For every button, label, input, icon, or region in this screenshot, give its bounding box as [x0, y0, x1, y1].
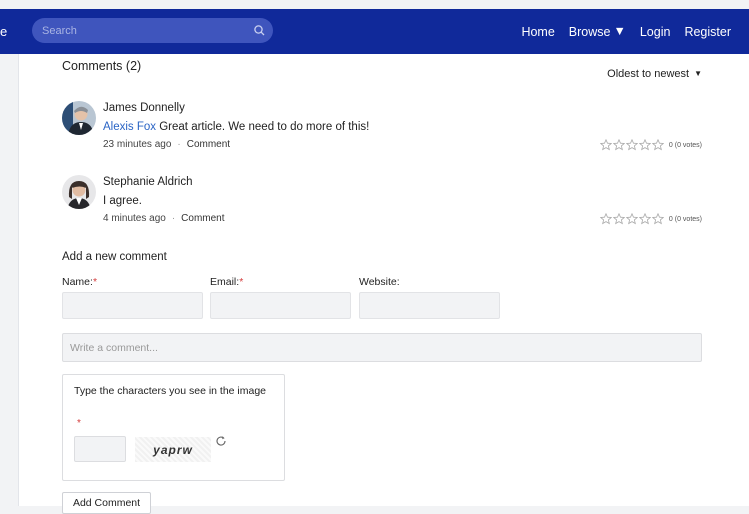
avatar-image	[62, 175, 96, 209]
refresh-icon[interactable]	[215, 435, 227, 447]
vote-count: 0 (0 votes)	[668, 141, 702, 149]
captcha-image: yaprw	[135, 437, 211, 462]
nav-home[interactable]: Home	[521, 25, 554, 39]
search-icon[interactable]	[253, 24, 266, 37]
star-icon[interactable]	[638, 213, 651, 225]
comment-input[interactable]	[63, 334, 701, 361]
captcha-input[interactable]	[74, 436, 126, 462]
comment-text-body: Great article. We need to do more of thi…	[156, 121, 370, 133]
avatar[interactable]	[62, 175, 96, 209]
comment-timestamp: 4 minutes ago	[103, 213, 166, 224]
separator-dot: ·	[171, 213, 176, 224]
star-icon[interactable]	[651, 139, 664, 151]
star-icon[interactable]	[612, 139, 625, 151]
nav-login[interactable]: Login	[640, 25, 671, 39]
chevron-down-icon: ▼	[694, 69, 702, 78]
website-label: Website:	[359, 276, 400, 288]
comment-text: I agree.	[103, 194, 701, 208]
star-icon[interactable]	[599, 139, 612, 151]
comment-reply-link[interactable]: Comment	[181, 213, 224, 224]
captcha-prompt: Type the characters you see in the image	[74, 385, 267, 397]
add-comment-button[interactable]: Add Comment	[62, 492, 151, 514]
star-icon[interactable]	[651, 213, 664, 225]
name-field[interactable]	[62, 292, 203, 319]
star-icon[interactable]	[612, 213, 625, 225]
name-label: Name:*	[62, 276, 97, 288]
sort-label: Oldest to newest	[607, 68, 690, 80]
nav-links: Home Browse ▼ Login Register	[521, 24, 731, 39]
rating-stars: 0 (0 votes)	[599, 139, 702, 151]
comment-reply-link[interactable]: Comment	[187, 139, 230, 150]
nav-browse-label: Browse	[568, 25, 611, 39]
vote-count: 0 (0 votes)	[668, 215, 702, 223]
search-bar[interactable]	[32, 18, 273, 43]
star-icon[interactable]	[625, 139, 638, 151]
search-input[interactable]	[42, 18, 247, 43]
website-field[interactable]	[359, 292, 500, 319]
required-mark: *	[239, 276, 244, 288]
chevron-down-icon: ▼	[613, 24, 626, 38]
required-mark: *	[92, 276, 98, 288]
sort-dropdown[interactable]: Oldest to newest ▼	[607, 68, 702, 80]
email-label-text: Email:	[210, 276, 240, 288]
avatar-image	[62, 101, 96, 135]
comments-heading: Comments (2)	[62, 59, 142, 73]
star-icon[interactable]	[599, 213, 612, 225]
user-mention-link[interactable]: Alexis Fox	[103, 121, 156, 133]
comment-author[interactable]: Stephanie Aldrich	[103, 175, 701, 189]
separator-dot: ·	[177, 139, 181, 150]
star-icon[interactable]	[638, 139, 651, 151]
brand-logo-fragment[interactable]: e	[0, 24, 7, 39]
email-field[interactable]	[210, 292, 351, 319]
comment-textarea[interactable]	[62, 333, 702, 362]
top-navbar: e Home Browse▼ Login Register	[0, 9, 749, 54]
comment-timestamp: 23 minutes ago	[103, 139, 172, 150]
nav-register[interactable]: Register	[684, 25, 731, 39]
comment-author[interactable]: James Donnelly	[103, 101, 701, 115]
add-comment-title: Add a new comment	[62, 251, 167, 263]
rating-stars: 0 (0 votes)	[599, 213, 702, 225]
avatar[interactable]	[62, 101, 96, 135]
captcha-box: Type the characters you see in the image…	[62, 374, 285, 481]
comment-text: Alexis Fox Great article. We need to do …	[103, 120, 701, 134]
email-label: Email:*	[210, 276, 243, 288]
required-mark: *	[77, 418, 81, 429]
name-label-text: Name:	[62, 276, 93, 288]
comment-text-body: I agree.	[103, 195, 142, 207]
nav-browse[interactable]: Browse ▼	[568, 24, 626, 39]
star-icon[interactable]	[625, 213, 638, 225]
